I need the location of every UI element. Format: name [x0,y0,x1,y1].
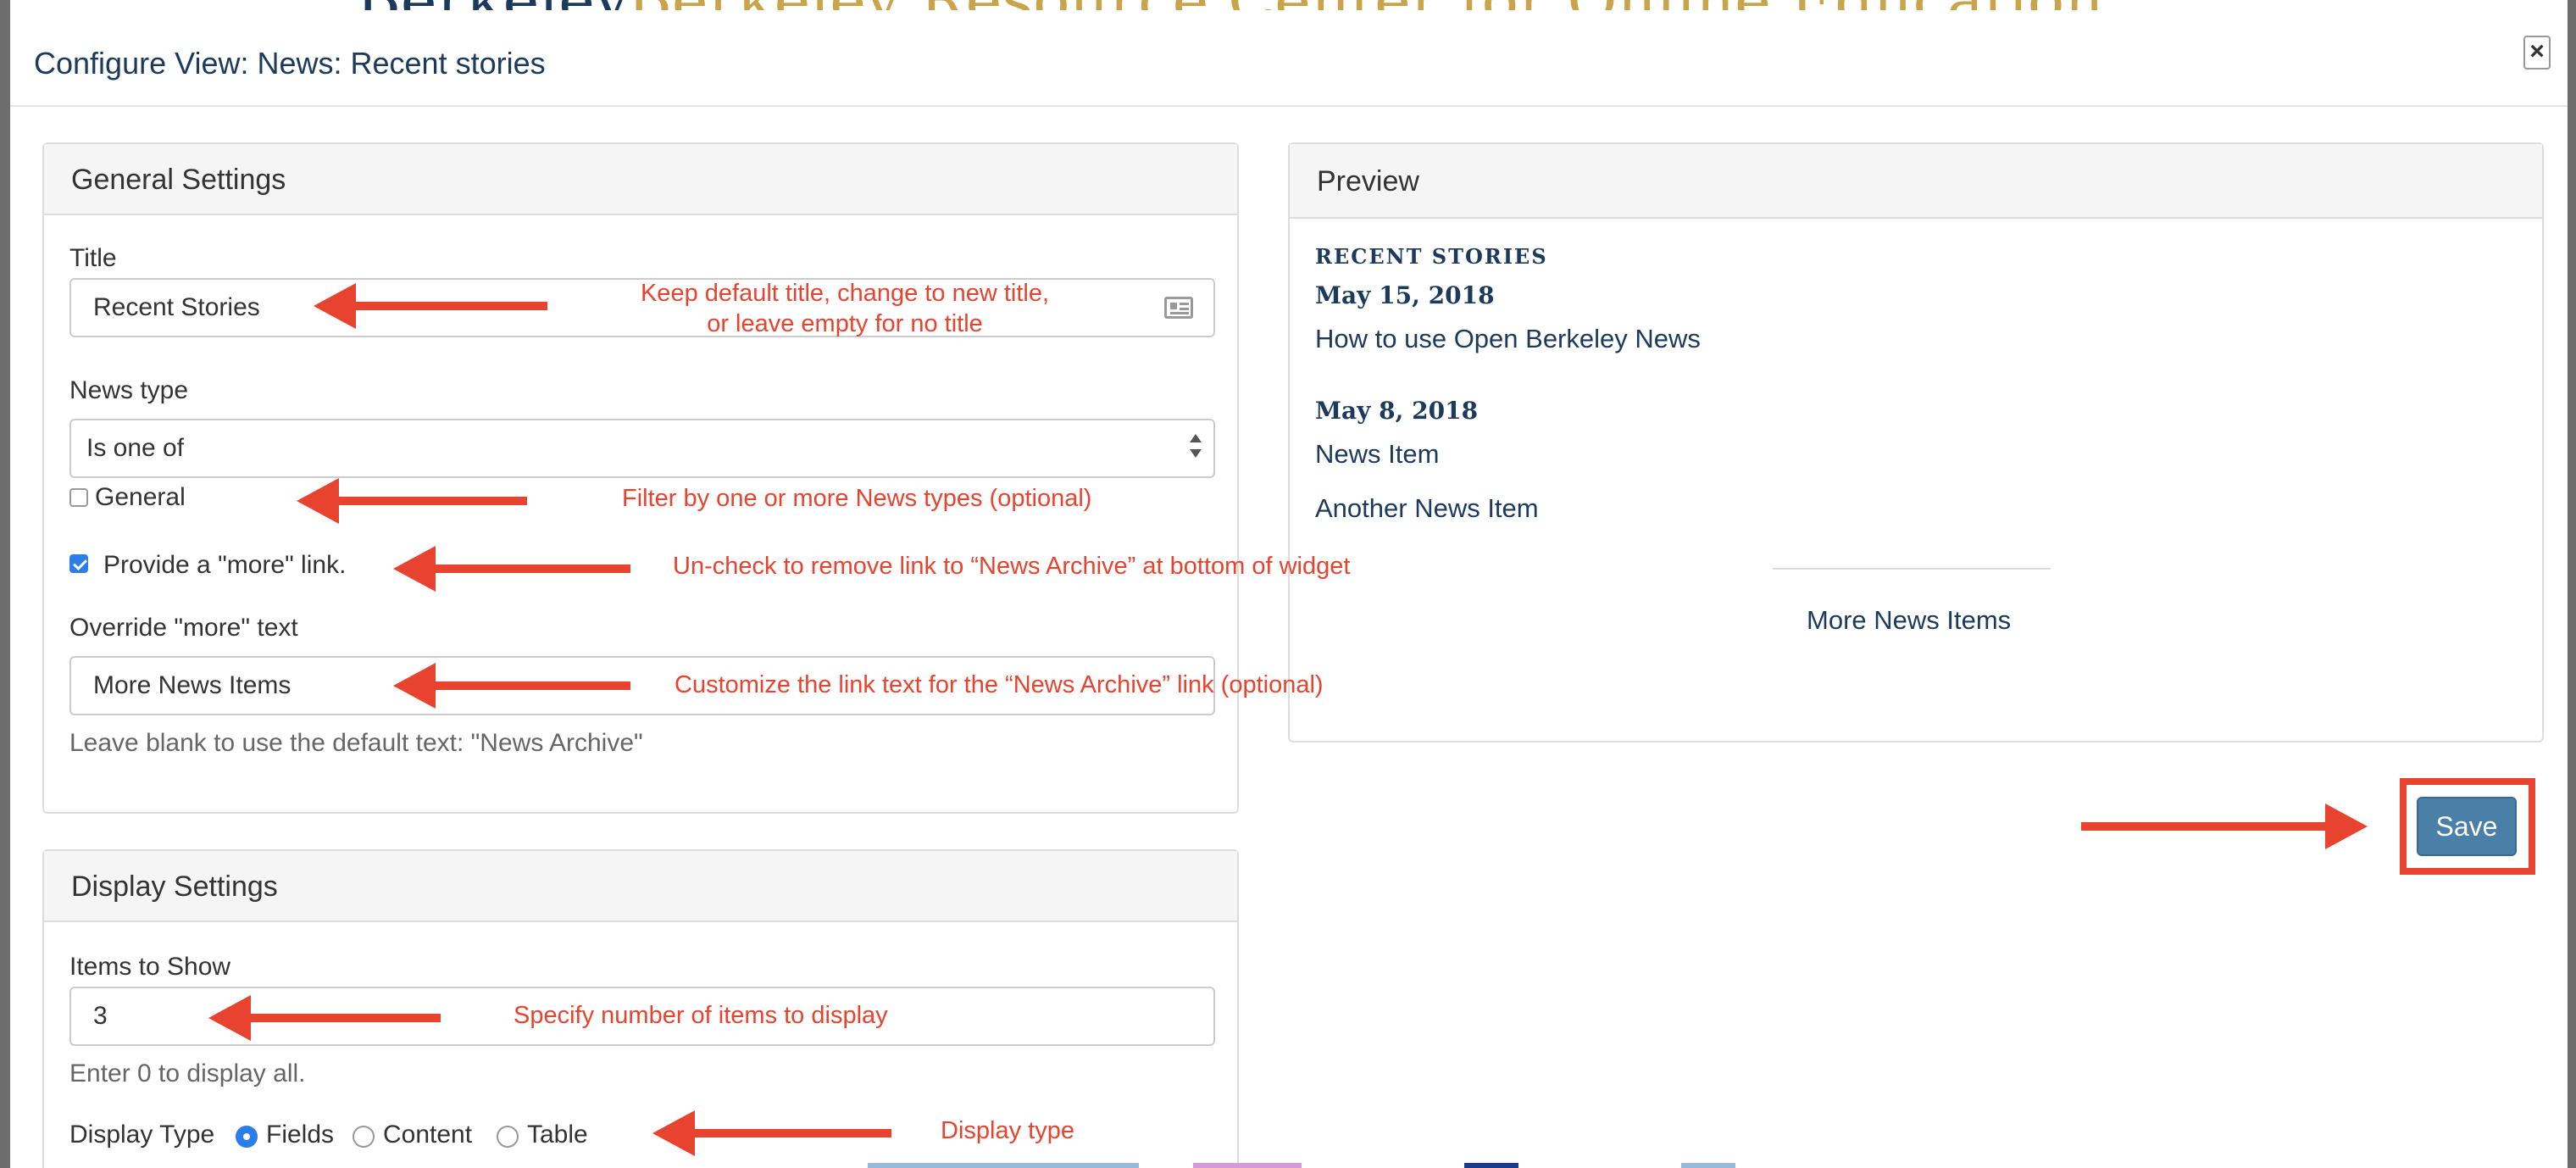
display-type-label: Display Type [69,1121,215,1149]
preview-divider [1773,568,2051,570]
annotation-display-type: Display type [941,1117,1074,1144]
override-more-text-value: More News Items [93,671,291,699]
news-type-selected: Is one of [86,434,185,462]
annotation-arrow-save [2081,804,2368,849]
preview-panel: Preview [1288,142,2544,743]
annotation-arrow-title [314,283,547,329]
display-settings-heading: Display Settings [44,851,1237,922]
preview-story-link-2[interactable]: News Item [1315,439,1439,470]
preview-heading: Preview [1290,144,2542,219]
general-news-type-label: General [95,483,186,511]
display-type-fields-label: Fields [266,1121,335,1149]
preview-story-link-1[interactable]: How to use Open Berkeley News [1315,324,1701,354]
annotation-arrow-display-type [652,1110,891,1156]
items-to-show-label: Items to Show [69,953,231,981]
close-icon[interactable]: × [2523,36,2551,70]
bottom-page-strip-4 [1681,1163,1735,1168]
annotation-title-line2: or leave empty for no title [707,310,983,337]
general-settings-heading: General Settings [44,144,1237,215]
override-more-text-label: Override "more" text [69,614,298,642]
configure-view-modal: Configure View: News: Recent stories × G… [10,10,2568,1168]
id-card-icon [1164,297,1193,319]
modal-header: Configure View: News: Recent stories × [10,10,2568,107]
annotation-arrow-more-link [393,546,630,592]
title-input-value: Recent Stories [93,293,260,321]
items-to-show-help: Enter 0 to display all. [69,1060,306,1087]
display-type-table-label: Table [527,1121,588,1149]
preview-more-link[interactable]: More News Items [1807,605,2011,636]
annotation-news-type: Filter by one or more News types (option… [622,485,1092,512]
news-type-select[interactable]: Is one of [69,419,1215,478]
bottom-page-strip-1 [868,1163,1139,1168]
bottom-page-strip-3 [1464,1163,1518,1168]
annotation-title-line1: Keep default title, change to new title, [640,280,1050,307]
items-to-show-value: 3 [93,1002,108,1030]
preview-section-title: RECENT STORIES [1315,244,1548,269]
annotation-arrow-override [393,663,630,709]
save-button[interactable]: Save [2417,797,2517,856]
preview-date-1: May 15, 2018 [1315,281,1495,309]
news-type-label: News type [69,376,189,404]
preview-date-2: May 8, 2018 [1315,397,1479,425]
more-link-label: Provide a "more" link. [103,551,347,579]
title-field-label: Title [69,244,117,272]
backdrop-overlay-left [0,0,10,1168]
general-news-type-checkbox[interactable] [69,488,88,507]
display-type-content-radio[interactable] [353,1126,375,1148]
backdrop-overlay-right [2568,0,2576,1168]
annotation-override: Customize the link text for the “News Ar… [675,671,1324,698]
preview-story-link-3[interactable]: Another News Item [1315,493,1539,524]
display-type-table-radio[interactable] [497,1126,519,1148]
annotation-items: Specify number of items to display [514,1002,888,1029]
annotation-arrow-items [208,995,441,1041]
annotation-arrow-news-type [297,478,527,524]
more-link-checkbox[interactable] [69,554,88,573]
annotation-more-link: Un-check to remove link to “News Archive… [673,553,1351,580]
bottom-page-strip-2 [1193,1163,1302,1168]
override-help-text: Leave blank to use the default text: "Ne… [69,729,643,757]
select-arrows-icon [1190,434,1202,464]
display-type-content-label: Content [383,1121,473,1149]
modal-title: Configure View: News: Recent stories [34,46,546,81]
display-type-fields-radio[interactable] [236,1126,258,1148]
